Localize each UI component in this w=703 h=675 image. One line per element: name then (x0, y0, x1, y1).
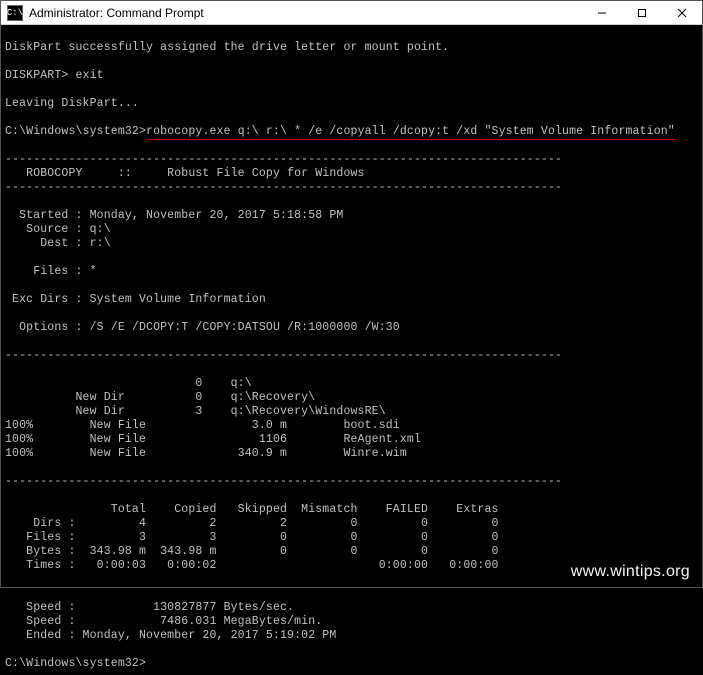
maximize-icon (637, 8, 647, 18)
output-line: Speed : 7486.031 MegaBytes/min. (5, 615, 322, 628)
command: exit (76, 69, 104, 82)
window-title: Administrator: Command Prompt (29, 6, 582, 20)
output-line: 0 q:\ (5, 377, 252, 390)
output-line: Leaving DiskPart... (5, 97, 139, 110)
output-line: Files : 3 3 0 0 0 0 (5, 531, 499, 544)
output-line: Exc Dirs : System Volume Information (5, 293, 266, 306)
cmd-icon: C:\ (7, 5, 23, 21)
prompt: C:\Windows\system32> (5, 125, 146, 138)
prompt: C:\Windows\system32> (5, 657, 146, 670)
output-line: Speed : 130827877 Bytes/sec. (5, 601, 294, 614)
output-line: New Dir 0 q:\Recovery\ (5, 391, 315, 404)
output-line: DiskPart successfully assigned the drive… (5, 41, 449, 54)
output-line: Source : q:\ (5, 223, 111, 236)
output-line: Ended : Monday, November 20, 2017 5:19:0… (5, 629, 336, 642)
titlebar[interactable]: C:\ Administrator: Command Prompt (1, 1, 702, 25)
output-line: Times : 0:00:03 0:00:02 0:00:00 0:00:00 (5, 559, 499, 572)
watermark: www.wintips.org (571, 563, 690, 581)
output-line: ROBOCOPY :: Robust File Copy for Windows (5, 167, 365, 180)
output-line: ----------------------------------------… (5, 349, 562, 362)
maximize-button[interactable] (622, 1, 662, 25)
output-line: Started : Monday, November 20, 2017 5:18… (5, 209, 343, 222)
close-button[interactable] (662, 1, 702, 25)
output-line: Options : /S /E /DCOPY:T /COPY:DATSOU /R… (5, 321, 400, 334)
output-line: 100% New File 1106 ReAgent.xml (5, 433, 421, 446)
output-line: New Dir 3 q:\Recovery\WindowsRE\ (5, 405, 386, 418)
window-controls (582, 1, 702, 25)
output-line: Total Copied Skipped Mismatch FAILED Ext… (5, 503, 499, 516)
output-line: ----------------------------------------… (5, 475, 562, 488)
output-line: Dirs : 4 2 2 0 0 0 (5, 517, 499, 530)
output-line: ----------------------------------------… (5, 153, 562, 166)
output-line: ----------------------------------------… (5, 181, 562, 194)
minimize-button[interactable] (582, 1, 622, 25)
minimize-icon (597, 8, 607, 18)
output-line: 100% New File 3.0 m boot.sdi (5, 419, 400, 432)
prompt: DISKPART> (5, 69, 76, 82)
close-icon (677, 8, 687, 18)
output-line: Dest : r:\ (5, 237, 111, 250)
output-line: Bytes : 343.98 m 343.98 m 0 0 0 0 (5, 545, 499, 558)
output-line: Files : * (5, 265, 97, 278)
command-highlighted: robocopy.exe q:\ r:\ * /e /copyall /dcop… (146, 125, 675, 140)
output-line: 100% New File 340.9 m Winre.wim (5, 447, 407, 460)
